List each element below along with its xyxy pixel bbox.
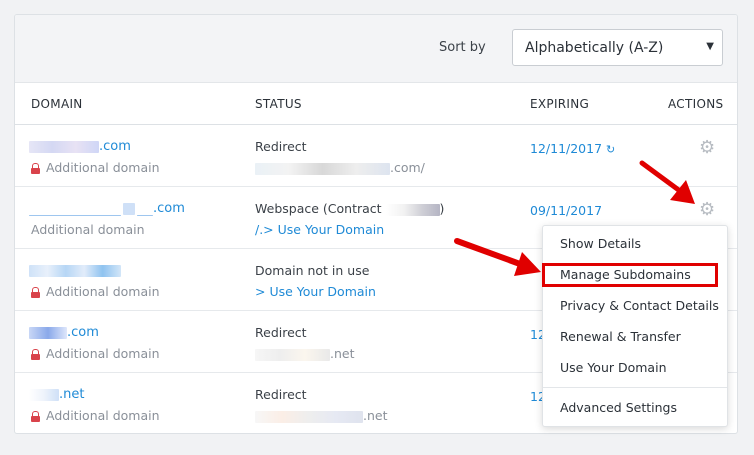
header-domain: DOMAIN [31, 97, 83, 111]
domain-link[interactable]: .com [29, 325, 99, 341]
redacted-text [29, 140, 99, 153]
menu-item-renewal-transfer[interactable]: Renewal & Transfer [543, 325, 727, 349]
status-detail: .com/ [255, 160, 425, 175]
lock-icon [31, 411, 40, 422]
domain-subtitle: Additional domain [31, 222, 145, 237]
domain-type: Additional domain [46, 160, 160, 175]
actions-menu: Show Details Manage Subdomains Privacy &… [542, 225, 728, 427]
domain-suffix: .com [153, 201, 185, 216]
domain-subtitle: Additional domain [31, 160, 160, 175]
header-status: STATUS [255, 97, 302, 111]
header-expiring: EXPIRING [530, 97, 590, 111]
status-text: Domain not in use [255, 263, 370, 278]
domain-suffix: .com [67, 325, 99, 340]
domain-subtitle: Additional domain [31, 284, 160, 299]
redacted-text [29, 215, 121, 216]
gear-icon[interactable]: ⚙ [699, 139, 715, 157]
status-detail-suffix: .com/ [390, 160, 425, 175]
red-arrow-icon [454, 238, 541, 276]
status-text-tail: ) [439, 201, 445, 216]
redacted-text [255, 348, 330, 361]
domain-type: Additional domain [46, 284, 160, 299]
redacted-text [123, 202, 135, 215]
domain-suffix: .com [99, 139, 131, 154]
redacted-text [255, 162, 390, 175]
refresh-icon: ↻ [606, 143, 616, 156]
redacted-text [29, 388, 59, 401]
redacted-text [29, 326, 67, 339]
menu-item-show-details[interactable]: Show Details [543, 232, 727, 256]
expiry-date[interactable]: 12/11/2017 ↻ [530, 141, 615, 156]
expiry-date-text: 12/11/2017 [530, 141, 603, 156]
domain-type: Additional domain [31, 222, 145, 237]
menu-item-manage-subdomains[interactable]: Manage Subdomains [542, 263, 718, 287]
status-detail: .net [255, 346, 355, 361]
domain-subtitle: Additional domain [31, 408, 160, 423]
redacted-text [255, 410, 363, 423]
status-text: Webspace (Contract ) [255, 201, 444, 216]
red-arrow-icon [639, 160, 695, 204]
table-row: .com Additional domain Redirect .com/ 12… [15, 125, 737, 187]
domain-type: Additional domain [46, 408, 160, 423]
table-header: DOMAIN STATUS EXPIRING ACTIONS [15, 83, 737, 125]
sort-label: Sort by [439, 40, 486, 55]
use-your-domain-link[interactable]: /.> Use Your Domain [255, 222, 384, 237]
status-text-main: Webspace (Contract [255, 201, 382, 216]
status-detail-suffix: .net [363, 408, 388, 423]
lock-icon [31, 163, 40, 174]
menu-item-advanced-settings[interactable]: Advanced Settings [543, 396, 727, 420]
menu-item-use-your-domain[interactable]: Use Your Domain [543, 356, 727, 380]
redacted-text [385, 203, 440, 216]
domain-type: Additional domain [46, 346, 160, 361]
domain-link[interactable]: .com [29, 201, 185, 217]
lock-icon [31, 287, 40, 298]
gear-icon[interactable]: ⚙ [699, 201, 715, 219]
domain-subtitle: Additional domain [31, 346, 160, 361]
menu-divider [543, 387, 727, 388]
use-your-domain-link[interactable]: > Use Your Domain [255, 284, 376, 299]
menu-item-privacy-contact[interactable]: Privacy & Contact Details [543, 294, 727, 318]
lock-icon [31, 349, 40, 360]
status-detail: .net [255, 408, 388, 423]
redacted-text [29, 264, 121, 277]
domain-link[interactable]: .net [29, 387, 84, 403]
redacted-text [137, 215, 153, 216]
status-detail-suffix: .net [330, 346, 355, 361]
domain-link[interactable] [29, 263, 121, 279]
status-text: Redirect [255, 387, 307, 402]
sort-select-value: Alphabetically (A-Z) [525, 40, 664, 56]
toolbar: Sort by Alphabetically (A-Z) ▼ [15, 15, 737, 83]
chevron-down-icon: ▼ [706, 41, 714, 52]
expiry-date[interactable]: 09/11/2017 [530, 203, 602, 218]
status-text: Redirect [255, 139, 307, 154]
domain-link[interactable]: .com [29, 139, 131, 155]
domain-suffix: .net [59, 387, 85, 402]
sort-select[interactable]: Alphabetically (A-Z) ▼ [512, 29, 723, 66]
status-text: Redirect [255, 325, 307, 340]
header-actions: ACTIONS [668, 97, 724, 111]
